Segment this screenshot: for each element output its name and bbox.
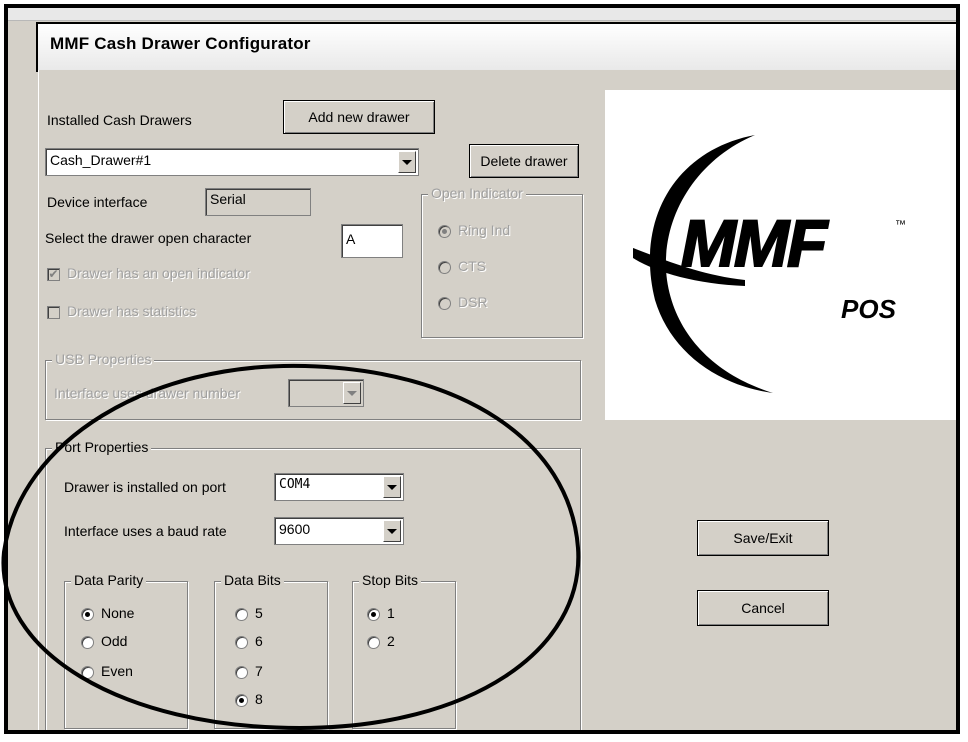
radio-empty-icon	[81, 666, 94, 679]
cancel-button[interactable]: Cancel	[697, 590, 829, 626]
add-new-drawer-button[interactable]: Add new drawer	[283, 100, 435, 134]
mmf-pos-logo: MMF ™ POS	[605, 90, 956, 420]
dialog-client-area: Installed Cash Drawers Add new drawer Ca…	[38, 70, 956, 730]
baud-rate-select[interactable]: 9600	[274, 517, 404, 545]
port-label: Drawer is installed on port	[64, 479, 226, 495]
mmf-pos-logo-graphic: MMF ™ POS	[633, 135, 906, 393]
usb-drawer-number-select[interactable]	[288, 379, 364, 407]
installed-drawers-label: Installed Cash Drawers	[47, 112, 192, 128]
radio-empty-icon	[235, 666, 248, 679]
radio-selected-icon	[367, 608, 380, 621]
chevron-down-icon[interactable]	[398, 151, 416, 173]
stop-bits-1-label: 1	[387, 605, 395, 621]
radio-dsr-label: DSR	[458, 294, 488, 310]
radio-selected-icon	[438, 225, 451, 238]
radio-cts-label: CTS	[458, 258, 486, 274]
radio-ring-ind-label: Ring Ind	[458, 222, 511, 238]
stop-bits-2-label: 2	[387, 633, 395, 649]
baud-rate-value: 9600	[279, 521, 311, 537]
radio-selected-icon	[81, 608, 94, 621]
screenshot-frame: MMF Cash Drawer Configurator Installed C…	[4, 4, 960, 734]
open-indicator-legend: Open Indicator	[428, 185, 526, 201]
stop-bits-legend: Stop Bits	[359, 572, 422, 588]
data-bits-legend: Data Bits	[221, 572, 284, 588]
radio-empty-icon	[81, 636, 94, 649]
open-indicator-checkbox-label: Drawer has an open indicator	[67, 265, 250, 281]
statistics-checkbox-label: Drawer has statistics	[67, 303, 197, 319]
logo-trademark: ™	[895, 219, 906, 231]
logo-brand-text: MMF	[681, 206, 829, 280]
radio-empty-icon	[235, 608, 248, 621]
data-parity-group: Data Parity None Odd Even	[64, 572, 188, 729]
baud-rate-label: Interface uses a baud rate	[64, 523, 227, 539]
parity-even-label: Even	[101, 663, 133, 679]
window-titlebar[interactable]: MMF Cash Drawer Configurator	[36, 22, 956, 72]
open-character-input[interactable]: A	[341, 224, 403, 258]
delete-drawer-button[interactable]: Delete drawer	[469, 144, 579, 178]
installed-drawers-select[interactable]: Cash_Drawer#1	[45, 148, 419, 176]
logo-sub-text: POS	[841, 294, 897, 324]
open-character-label: Select the drawer open character	[45, 230, 252, 246]
checkbox-empty-icon	[47, 306, 60, 319]
port-value: COM4	[279, 477, 311, 492]
device-interface-field: Serial	[205, 188, 311, 216]
checkmark-icon: ✔	[47, 267, 60, 281]
usb-drawer-number-label: Interface uses drawer number	[54, 385, 240, 401]
window-title: MMF Cash Drawer Configurator	[50, 34, 311, 53]
device-interface-label: Device interface	[47, 194, 148, 210]
chevron-down-icon[interactable]	[383, 520, 401, 542]
port-properties-legend: Port Properties	[52, 439, 152, 455]
radio-empty-icon	[438, 261, 451, 274]
radio-empty-icon	[367, 636, 380, 649]
stop-bits-group: Stop Bits 1 2	[352, 572, 456, 729]
usb-properties-group: USB Properties Interface uses drawer num…	[45, 351, 581, 420]
background-window-strip	[8, 8, 956, 21]
radio-empty-icon	[438, 297, 451, 310]
data-bits-7-label: 7	[255, 663, 263, 679]
data-parity-legend: Data Parity	[71, 572, 147, 588]
open-indicator-group: Open Indicator Ring Ind CTS DSR	[421, 185, 583, 338]
save-exit-button[interactable]: Save/Exit	[697, 520, 829, 556]
usb-properties-legend: USB Properties	[52, 351, 155, 367]
chevron-down-icon[interactable]	[343, 382, 361, 404]
parity-odd-label: Odd	[101, 633, 128, 649]
chevron-down-icon[interactable]	[383, 476, 401, 498]
data-bits-5-label: 5	[255, 605, 263, 621]
radio-selected-icon	[235, 694, 248, 707]
data-bits-6-label: 6	[255, 633, 263, 649]
port-select[interactable]: COM4	[274, 473, 404, 501]
parity-none-label: None	[101, 605, 135, 621]
installed-drawers-value: Cash_Drawer#1	[50, 152, 152, 168]
port-properties-group: Port Properties Drawer is installed on p…	[45, 439, 581, 730]
radio-empty-icon	[235, 636, 248, 649]
data-bits-group: Data Bits 5 6 7 8	[214, 572, 328, 729]
data-bits-8-label: 8	[255, 691, 263, 707]
